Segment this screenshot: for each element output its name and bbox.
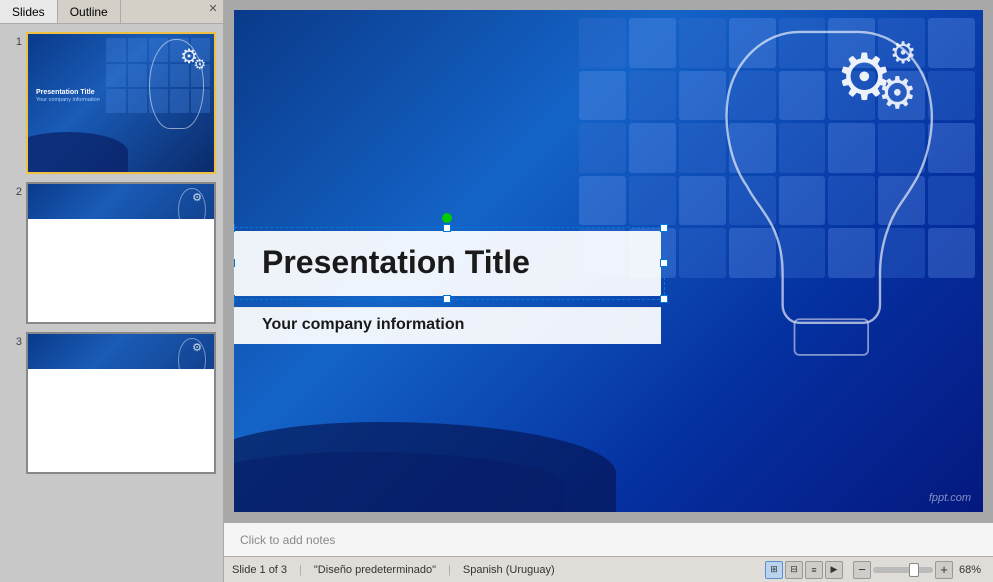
language: Spanish (Uruguay) <box>463 564 555 576</box>
tab-slides[interactable]: Slides <box>0 0 58 23</box>
sidebar-tabs: Slides Outline ✕ <box>0 0 223 24</box>
slide-number-3: 3 <box>6 332 22 348</box>
zoom-value: 68% <box>955 564 985 576</box>
notes-placeholder: Click to add notes <box>240 533 335 547</box>
slide-thumbnail-3[interactable]: ⚙ <box>26 332 216 474</box>
zoom-out-button[interactable]: − <box>853 561 871 579</box>
slide-number-2: 2 <box>6 182 22 198</box>
status-divider-1: | <box>299 564 302 576</box>
handle-lm[interactable] <box>234 259 235 267</box>
subtitle-banner: Your company information <box>234 307 661 344</box>
handle-tl[interactable] <box>234 224 235 232</box>
slide-number-1: 1 <box>6 32 22 48</box>
handle-bl[interactable] <box>234 295 235 303</box>
slideshow-button[interactable]: ▶ <box>825 561 843 579</box>
sidebar: Slides Outline ✕ 1 <box>0 0 224 582</box>
slide-sorter-button[interactable]: ⊟ <box>785 561 803 579</box>
slide-subtitle[interactable]: Your company information <box>262 316 633 334</box>
handle-tm[interactable] <box>443 224 451 232</box>
close-sidebar-button[interactable]: ✕ <box>207 0 223 16</box>
slide-thumb-row-3: 3 ⚙ <box>6 332 217 474</box>
slide-title[interactable]: Presentation Title <box>262 245 633 280</box>
slide-thumbnail-2[interactable]: ⚙ <box>26 182 216 324</box>
main-area: Slides Outline ✕ 1 <box>0 0 993 582</box>
normal-view-button[interactable]: ⊞ <box>765 561 783 579</box>
handle-bm[interactable] <box>443 295 451 303</box>
theme-name: "Diseño predeterminado" <box>314 564 436 576</box>
slide-canvas: ⚙ ⚙ ⚙ <box>234 10 983 512</box>
notes-area[interactable]: Click to add notes <box>224 522 993 556</box>
slide-area: ⚙ ⚙ ⚙ <box>224 0 993 522</box>
slide-thumb-row-1: 1 ⚙ ⚙ <box>6 32 217 174</box>
content-area: ⚙ ⚙ ⚙ <box>224 0 993 582</box>
app-container: Slides Outline ✕ 1 <box>0 0 993 582</box>
rotation-handle[interactable] <box>442 213 452 223</box>
handle-br[interactable] <box>660 295 668 303</box>
watermark: fppt.com <box>929 492 971 504</box>
zoom-in-button[interactable]: + <box>935 561 953 579</box>
zoom-slider[interactable] <box>873 567 933 573</box>
slide-thumbnail-1[interactable]: ⚙ ⚙ Presentation Title Your company info… <box>26 32 216 174</box>
title-banner: Presentation Title <box>234 231 661 296</box>
status-bar: Slide 1 of 3 | "Diseño predeterminado" |… <box>224 556 993 582</box>
main-slide[interactable]: ⚙ ⚙ ⚙ <box>234 10 983 512</box>
notes-view-button[interactable]: ≡ <box>805 561 823 579</box>
gears-decoration: ⚙ ⚙ ⚙ <box>836 40 893 115</box>
slide-thumb-row-2: 2 ⚙ <box>6 182 217 324</box>
slide-info: Slide 1 of 3 <box>232 564 287 576</box>
status-right: ⊞ ⊟ ≡ ▶ − + 68% <box>765 561 985 579</box>
slides-panel: 1 ⚙ ⚙ <box>0 24 223 582</box>
status-divider-2: | <box>448 564 451 576</box>
zoom-controls: − + 68% <box>853 561 985 579</box>
view-icons: ⊞ ⊟ ≡ ▶ <box>765 561 843 579</box>
tab-outline[interactable]: Outline <box>58 0 121 23</box>
